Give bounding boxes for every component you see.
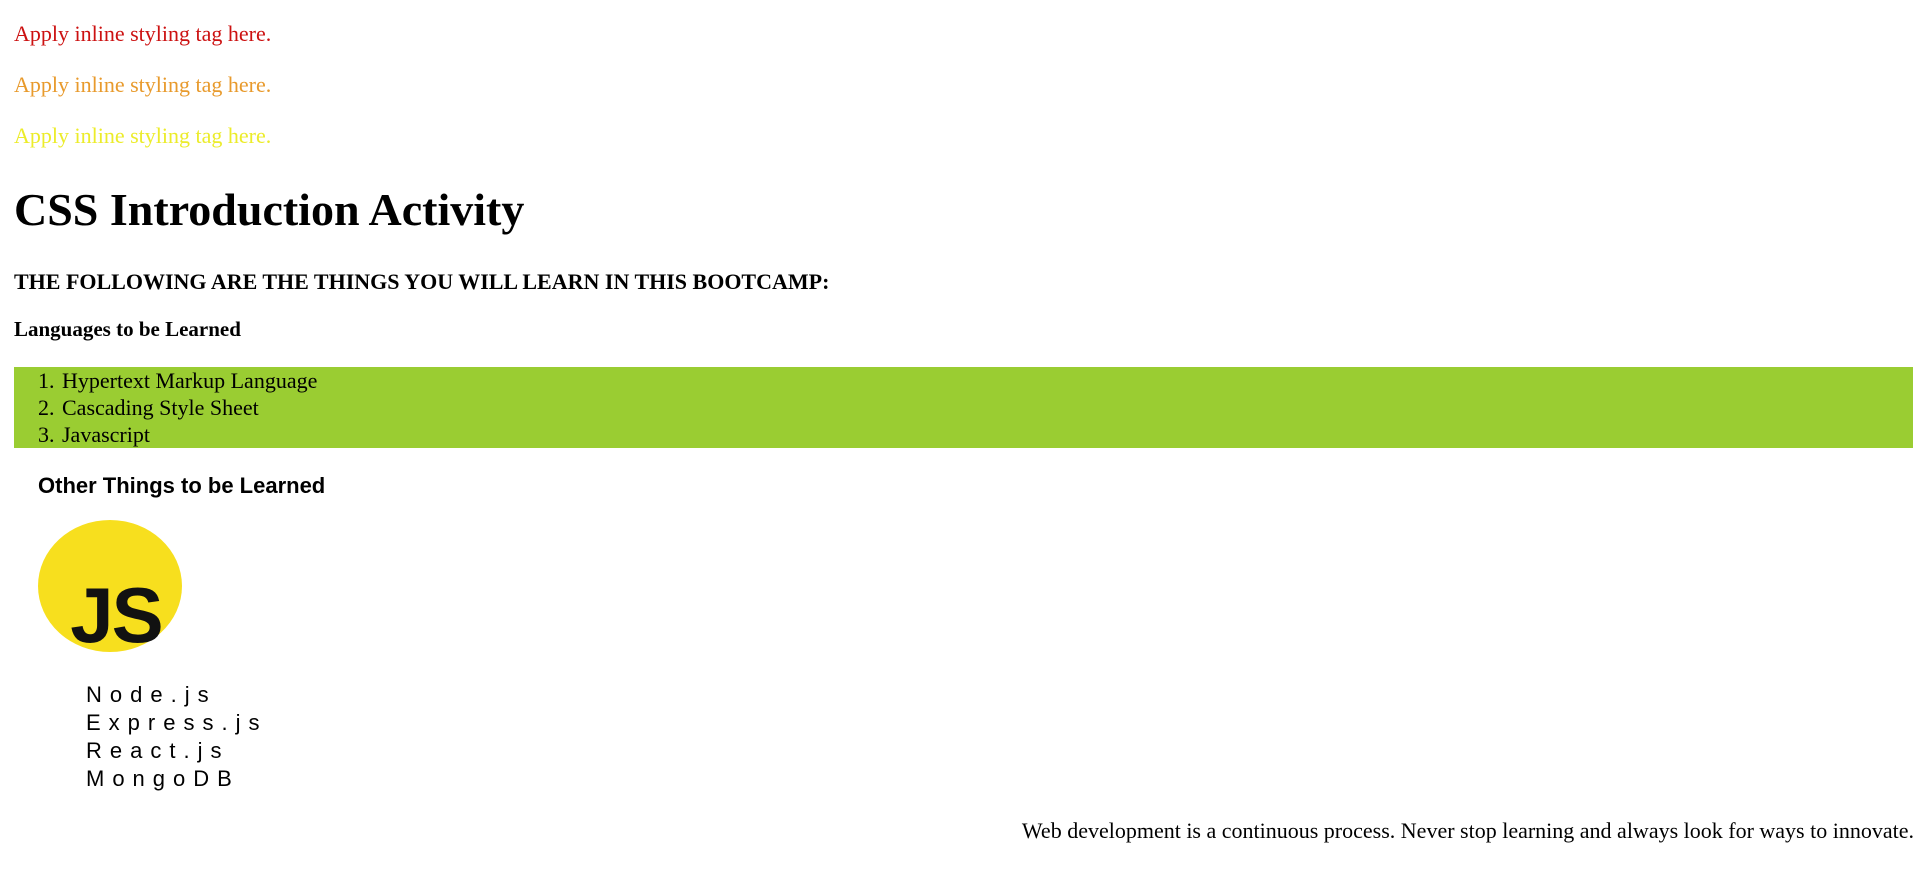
list-item: 2. Cascading Style Sheet	[14, 394, 1913, 421]
inline-styled-paragraph-orange: Apply inline styling tag here.	[14, 72, 272, 97]
inline-styled-paragraph-yellow: Apply inline styling tag here.	[14, 123, 272, 148]
list-item-label: Hypertext Markup Language	[62, 368, 318, 393]
list-item-number: 1.	[38, 368, 55, 393]
list-item-label: Javascript	[62, 422, 150, 447]
list-item: 3. Javascript	[14, 421, 1913, 448]
list-item-number: 3.	[38, 422, 55, 447]
javascript-logo-icon: JS	[38, 520, 182, 659]
list-item: MongoDB	[86, 766, 240, 791]
footer-note: Web development is a continuous process.…	[1021, 818, 1914, 843]
languages-list: 1. Hypertext Markup Language 2. Cascading …	[14, 367, 1913, 448]
list-item: 1. Hypertext Markup Language	[14, 367, 1913, 394]
javascript-logo-text: JS	[70, 571, 161, 652]
list-item-label: Cascading Style Sheet	[62, 395, 259, 420]
bootcamp-subtitle: THE FOLLOWING ARE THE THINGS YOU WILL LE…	[14, 269, 830, 294]
inline-styled-paragraph-red: Apply inline styling tag here.	[14, 21, 272, 46]
other-things-heading: Other Things to be Learned	[38, 473, 326, 498]
page-title: CSS Introduction Activity	[14, 184, 525, 235]
languages-heading: Languages to be Learned	[14, 317, 241, 341]
list-item: Node.js	[86, 682, 217, 707]
list-item: React.js	[86, 738, 230, 763]
list-item-number: 2.	[38, 395, 55, 420]
other-things-list: Node.js Express.js React.js MongoDB	[86, 681, 267, 793]
list-item: Express.js	[86, 710, 268, 735]
